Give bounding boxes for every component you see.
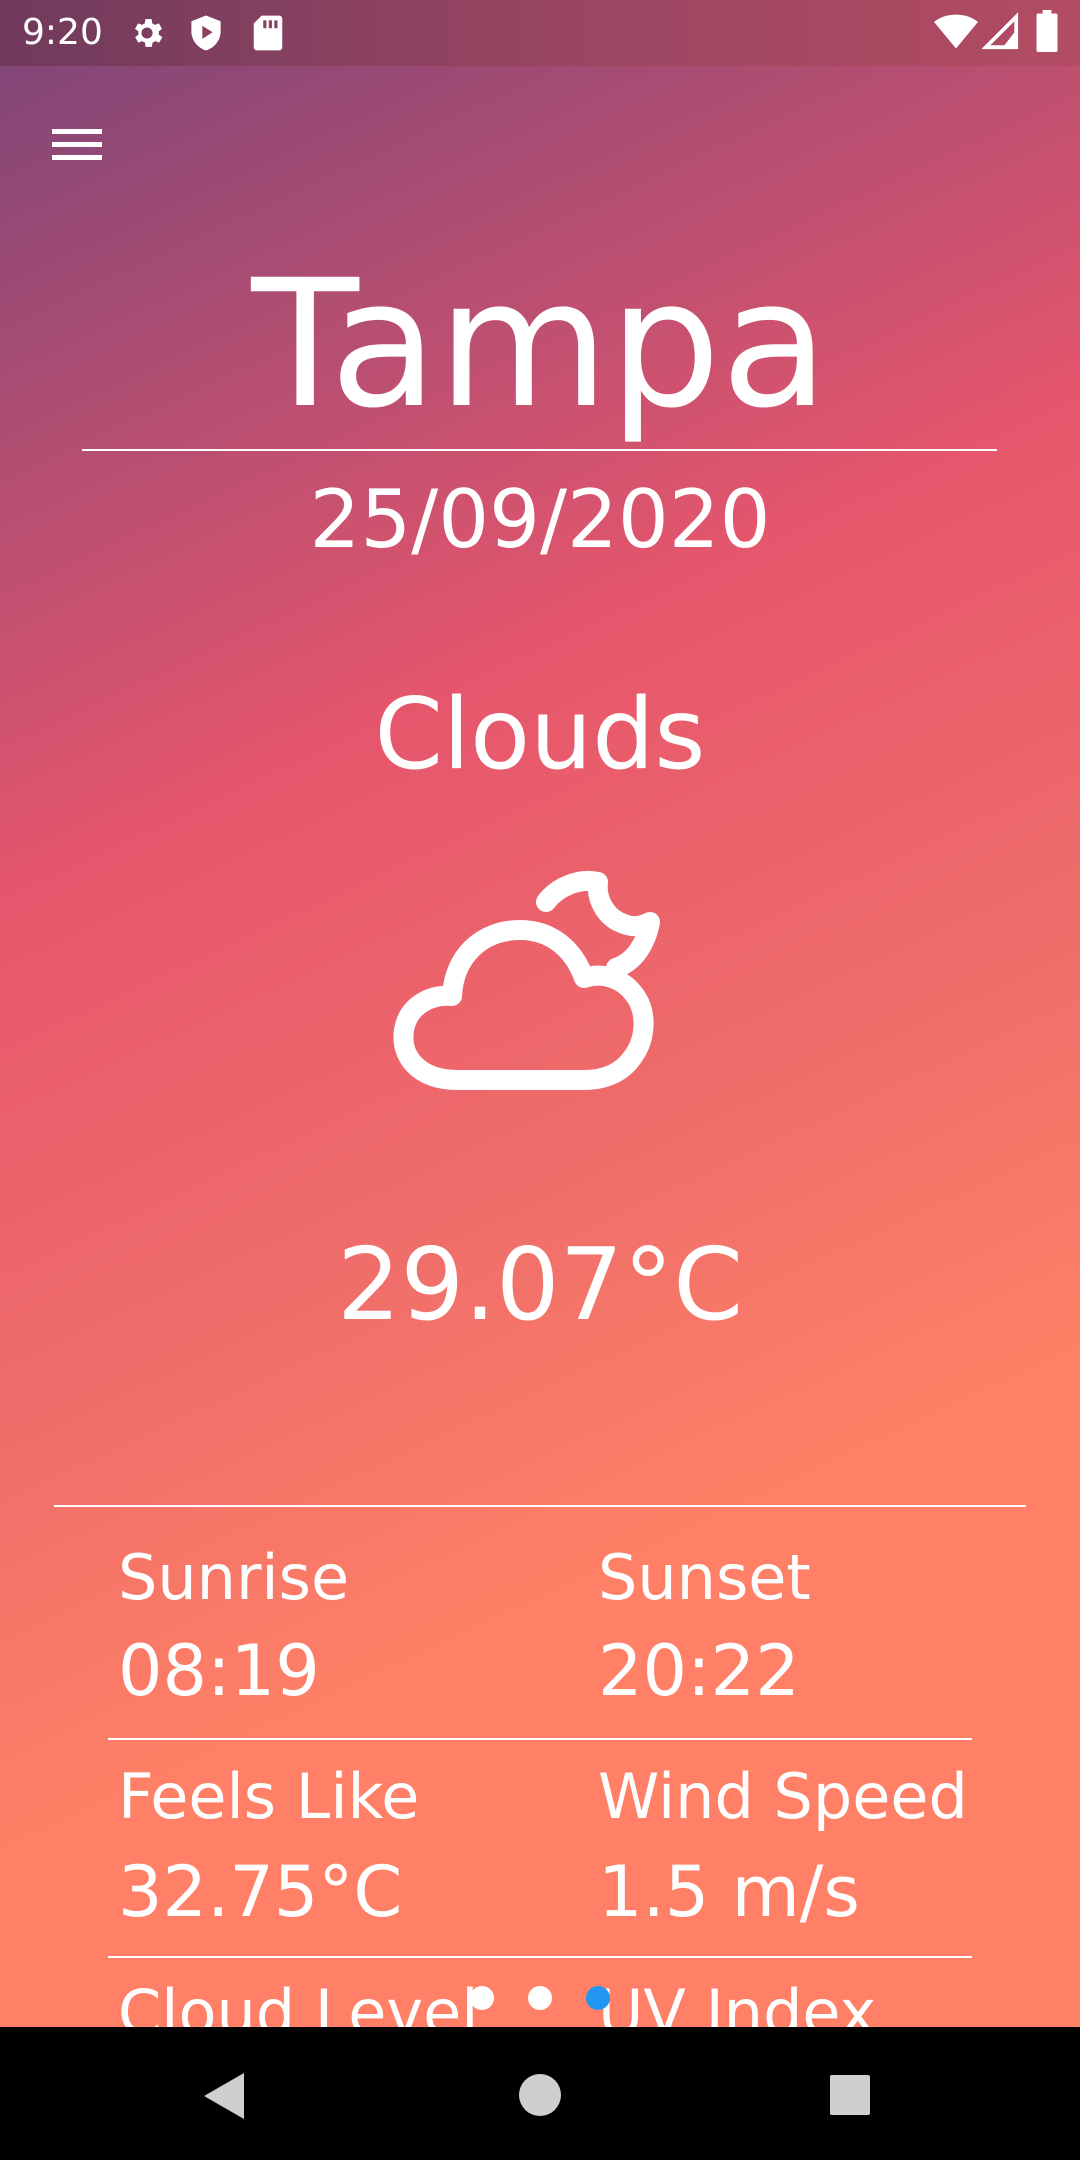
- weather-screen: 9:20 Tampa 25/09/2020 Clouds 29.07°C Sun…: [0, 0, 1080, 2160]
- navigation-bar: [0, 2027, 1080, 2160]
- page-indicator-dot-active[interactable]: [586, 1986, 610, 2010]
- sunrise-value: 08:19: [118, 1630, 320, 1712]
- sunrise-label: Sunrise: [118, 1541, 350, 1614]
- sunset-label: Sunset: [598, 1541, 811, 1614]
- feels-like-value: 32.75°C: [118, 1851, 403, 1933]
- row-divider: [108, 1738, 972, 1740]
- wind-speed-label: Wind Speed: [598, 1760, 968, 1833]
- page-indicator-dot[interactable]: [528, 1986, 552, 2010]
- recents-icon[interactable]: [828, 2074, 872, 2116]
- back-icon[interactable]: [200, 2071, 246, 2121]
- details-panel: Sunrise 08:19 Sunset 20:22 Feels Like 32…: [0, 0, 1080, 2027]
- sunset-value: 20:22: [598, 1630, 800, 1712]
- feels-like-label: Feels Like: [118, 1760, 420, 1833]
- home-icon[interactable]: [518, 2073, 562, 2117]
- wind-speed-value: 1.5 m/s: [598, 1851, 860, 1933]
- row-divider: [108, 1956, 972, 1958]
- cloud-level-label: Cloud Level: [118, 1976, 479, 2028]
- page-indicator-dot[interactable]: [470, 1986, 494, 2010]
- uv-index-label: UV Index: [598, 1976, 877, 2028]
